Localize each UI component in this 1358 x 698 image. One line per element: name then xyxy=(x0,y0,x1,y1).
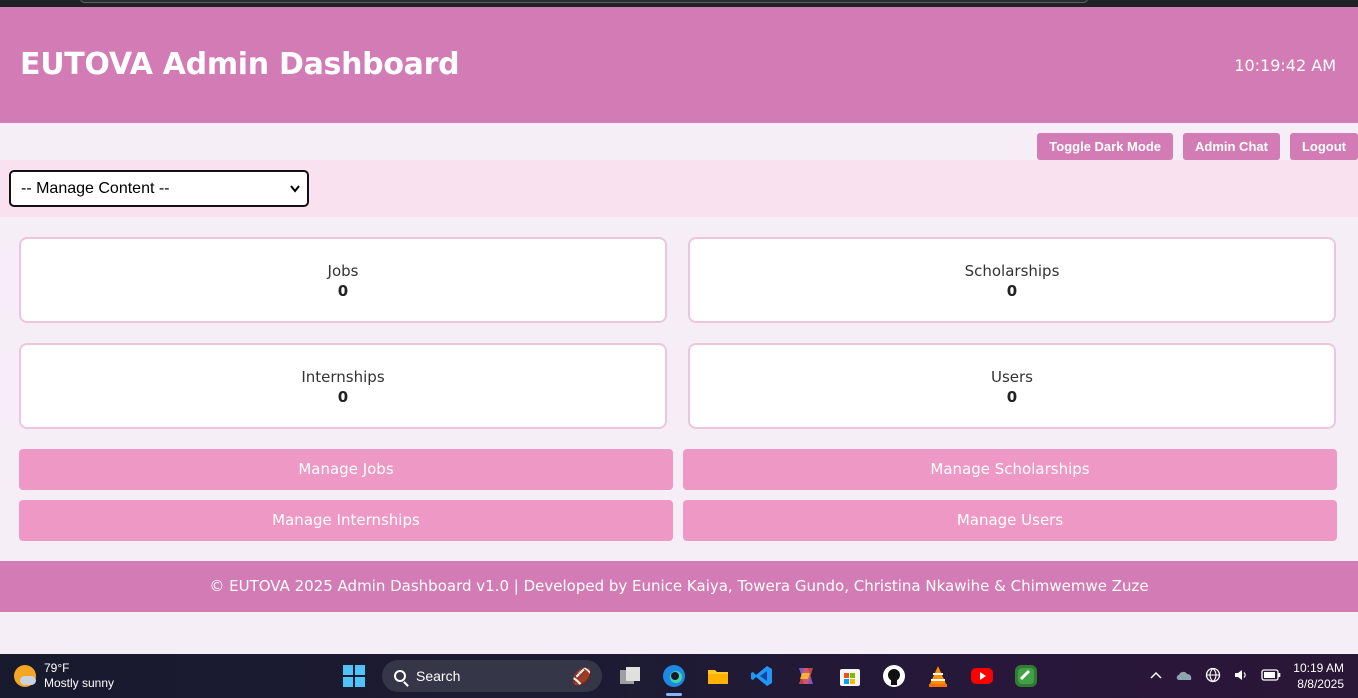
search-icon xyxy=(394,670,406,682)
stat-card-scholarships: Scholarships 0 xyxy=(688,237,1336,323)
page-header: EUTOVA Admin Dashboard 10:19:42 AM xyxy=(0,7,1358,123)
edge-icon[interactable] xyxy=(652,660,696,696)
vlc-icon[interactable] xyxy=(916,660,960,692)
manage-internships-button[interactable]: Manage Internships xyxy=(19,500,673,541)
manage-content-bar: -- Manage Content -- xyxy=(0,160,1358,217)
stat-label: Jobs xyxy=(327,262,359,280)
stat-count: 0 xyxy=(1006,282,1018,300)
system-clock-date: 8/8/2025 xyxy=(1297,677,1344,691)
search-highlight-icon: 🏈 xyxy=(572,666,592,686)
manage-content-selected: -- Manage Content -- xyxy=(21,180,170,197)
file-explorer-icon[interactable] xyxy=(696,660,740,692)
page-footer: © EUTOVA 2025 Admin Dashboard v1.0 | Dev… xyxy=(0,561,1358,612)
youtube-icon[interactable] xyxy=(960,660,1004,692)
stat-label: Internships xyxy=(301,368,385,386)
stat-label: Users xyxy=(990,368,1033,386)
battery-icon[interactable] xyxy=(1261,668,1281,684)
weather-temp: 79°F xyxy=(44,661,70,675)
store-icon[interactable] xyxy=(828,660,872,692)
weather-desc: Mostly sunny xyxy=(44,676,115,690)
stat-count: 0 xyxy=(1006,388,1018,406)
chevron-up-icon[interactable] xyxy=(1149,668,1163,685)
volume-icon[interactable] xyxy=(1233,667,1249,686)
stat-card-jobs: Jobs 0 xyxy=(19,237,667,323)
app-green-icon[interactable] xyxy=(1004,660,1048,692)
weather-widget[interactable]: 79°F Mostly sunny xyxy=(14,661,114,691)
system-clock[interactable]: 10:19 AM 8/8/2025 xyxy=(1293,660,1344,692)
header-actions: Toggle Dark Mode Admin Chat Logout xyxy=(1037,133,1358,160)
stat-label: Scholarships xyxy=(964,262,1060,280)
admin-chat-button[interactable]: Admin Chat xyxy=(1183,133,1280,160)
network-icon[interactable] xyxy=(1205,667,1221,686)
page-title: EUTOVA Admin Dashboard xyxy=(20,47,460,82)
system-clock-time: 10:19 AM xyxy=(1293,661,1344,675)
taskbar-apps: Search 🏈 xyxy=(332,660,1048,696)
weather-sun-icon xyxy=(14,665,36,687)
copilot-icon[interactable] xyxy=(784,660,828,692)
manage-users-button[interactable]: Manage Users xyxy=(683,500,1337,541)
stat-count: 0 xyxy=(337,282,349,300)
github-icon[interactable] xyxy=(872,660,916,692)
stat-card-users: Users 0 xyxy=(688,343,1336,429)
manage-content-select[interactable]: -- Manage Content -- xyxy=(9,170,309,207)
logout-button[interactable]: Logout xyxy=(1289,133,1358,160)
system-tray: 10:19 AM 8/8/2025 xyxy=(1149,660,1344,692)
stat-count: 0 xyxy=(337,388,349,406)
header-clock: 10:19:42 AM xyxy=(1234,56,1336,75)
onedrive-icon[interactable] xyxy=(1175,668,1193,685)
browser-address-bar[interactable] xyxy=(80,0,1088,3)
task-view-icon[interactable] xyxy=(608,660,652,692)
vscode-icon[interactable] xyxy=(740,660,784,692)
taskbar-search[interactable]: Search 🏈 xyxy=(382,660,602,692)
manage-scholarships-button[interactable]: Manage Scholarships xyxy=(683,449,1337,490)
os-taskbar: 79°F Mostly sunny Search 🏈 10:19 AM 8/8/… xyxy=(0,654,1358,698)
stat-card-internships: Internships 0 xyxy=(19,343,667,429)
windows-start-icon[interactable] xyxy=(332,660,376,692)
taskbar-search-label: Search xyxy=(416,668,461,684)
browser-top-strip xyxy=(0,0,1358,7)
toggle-dark-mode-button[interactable]: Toggle Dark Mode xyxy=(1037,133,1173,160)
manage-jobs-button[interactable]: Manage Jobs xyxy=(19,449,673,490)
chevron-down-icon xyxy=(289,172,301,219)
